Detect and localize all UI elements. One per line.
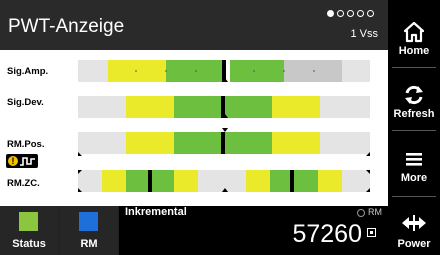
main-panel: PWT-Anzeige 1 Vss Sig.Amp. Sig.Dev. RM.P… bbox=[0, 0, 388, 206]
rm-reference-indicator: RM bbox=[357, 207, 382, 217]
rm-circle-icon bbox=[357, 208, 365, 217]
status-indicator bbox=[19, 212, 38, 231]
tick-mark bbox=[366, 170, 370, 174]
rm-reference-label: RM bbox=[368, 207, 382, 217]
power-label: Power bbox=[397, 238, 431, 250]
tick-mark bbox=[222, 188, 228, 192]
tick-mark bbox=[222, 128, 228, 132]
tick-mark bbox=[222, 78, 228, 82]
refresh-button[interactable]: Refresh bbox=[388, 76, 440, 125]
counter-name: Inkremental bbox=[125, 206, 187, 218]
more-label: More bbox=[400, 172, 428, 184]
home-icon bbox=[403, 21, 425, 43]
rm-tab[interactable]: RM bbox=[60, 206, 118, 255]
refresh-label: Refresh bbox=[393, 108, 435, 120]
tick-mark bbox=[222, 114, 228, 118]
sidebar: Home Refresh More Power bbox=[388, 0, 440, 255]
menu-icon bbox=[406, 153, 422, 166]
status-label: Status bbox=[12, 238, 46, 250]
rm-indicator bbox=[79, 212, 98, 231]
sidebar-divider bbox=[392, 196, 436, 197]
tick-mark bbox=[78, 152, 82, 156]
home-button[interactable]: Home bbox=[388, 13, 440, 62]
tick-mark bbox=[366, 152, 370, 156]
power-icon bbox=[402, 215, 426, 231]
counter-value: 57260 bbox=[292, 220, 362, 248]
refresh-icon bbox=[405, 85, 423, 105]
power-button[interactable]: Power bbox=[388, 205, 440, 255]
rm-label: RM bbox=[80, 238, 98, 250]
unit-icon bbox=[367, 228, 376, 237]
tick-mark bbox=[78, 188, 82, 192]
tick-mark bbox=[366, 188, 370, 192]
bar-tick-marks bbox=[78, 70, 370, 192]
more-button[interactable]: More bbox=[388, 140, 440, 189]
sidebar-divider bbox=[392, 130, 436, 131]
tick-mark bbox=[78, 170, 82, 174]
sidebar-divider bbox=[392, 67, 436, 68]
home-label: Home bbox=[398, 45, 430, 57]
status-tab[interactable]: Status bbox=[0, 206, 58, 255]
incremental-counter: Inkremental RM 57260 bbox=[119, 206, 388, 255]
